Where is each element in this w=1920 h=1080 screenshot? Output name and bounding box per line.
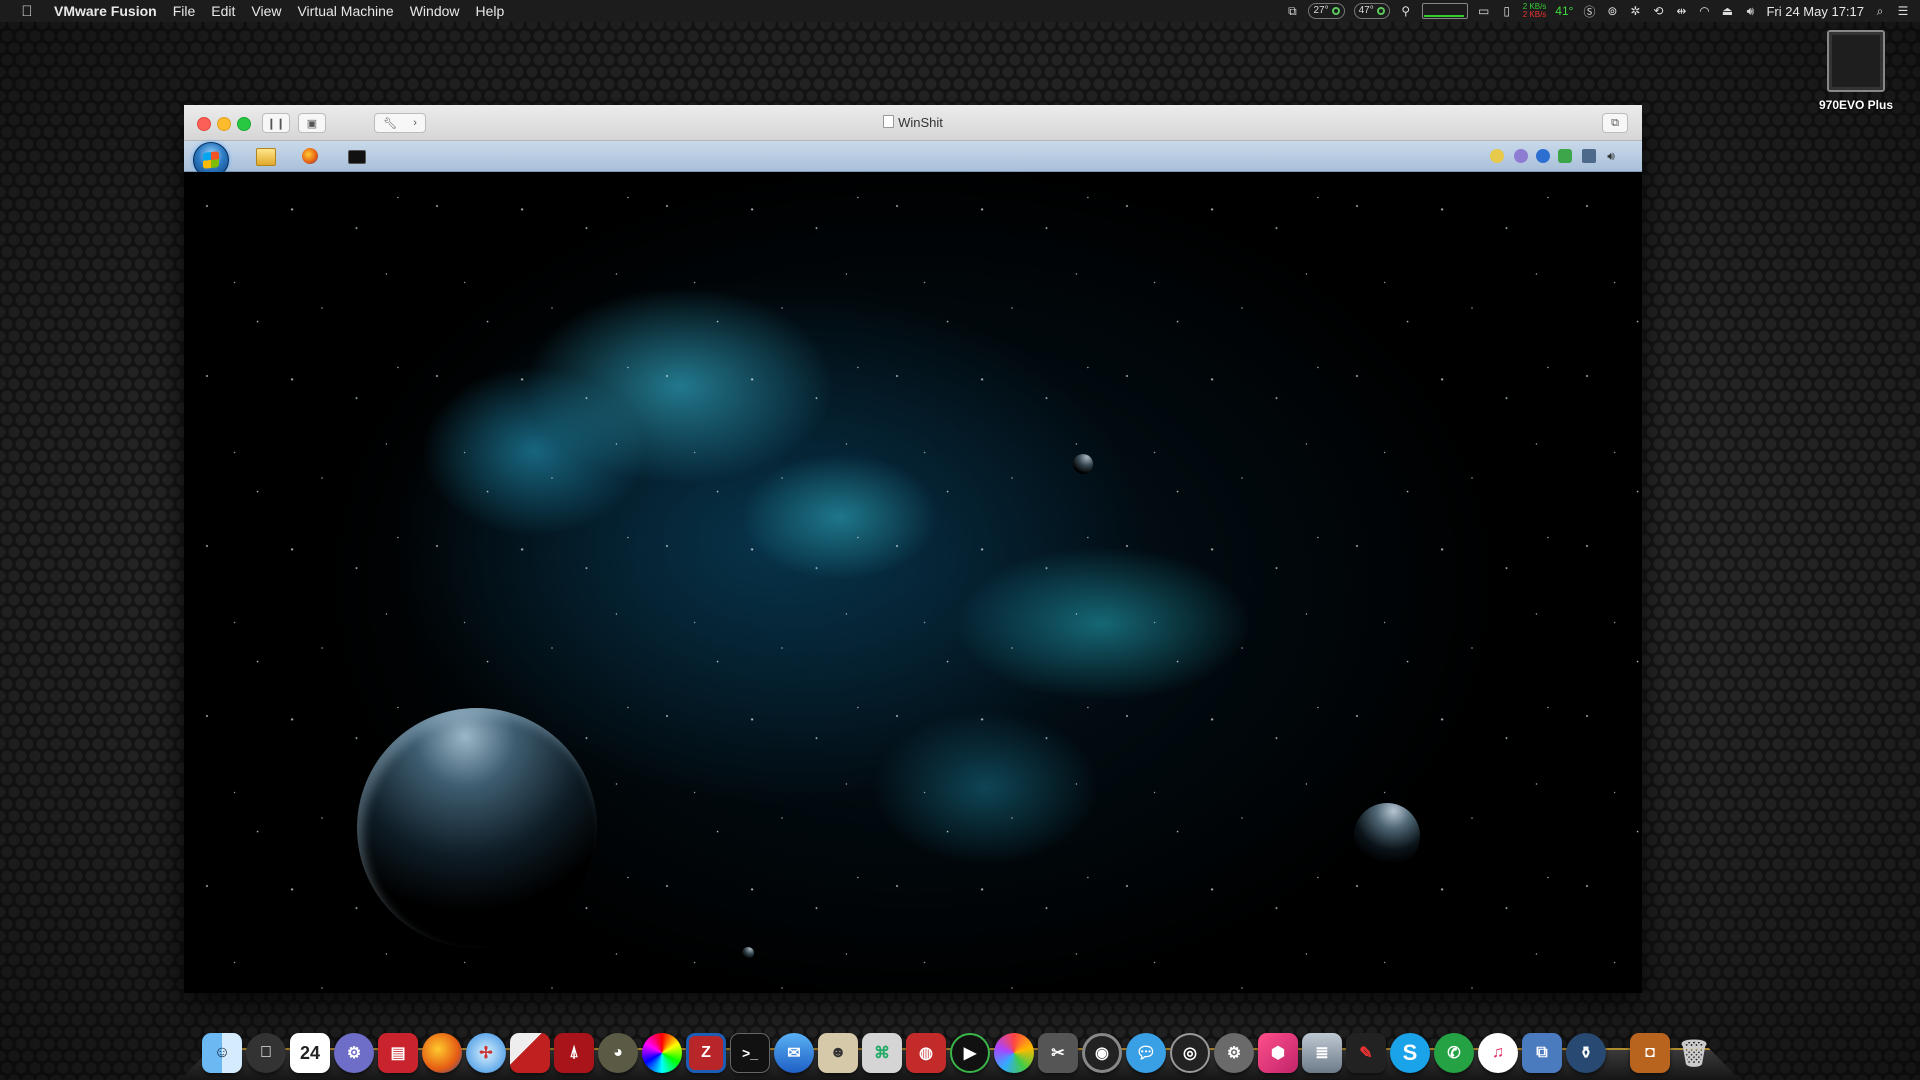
- menu-view[interactable]: View: [251, 3, 281, 19]
- windows-desktop-wallpaper: [184, 172, 1642, 993]
- tray-purple-icon[interactable]: [1514, 149, 1528, 163]
- camera-lens-icon[interactable]: ◎: [1170, 1033, 1210, 1073]
- drive-label: 970EVO Plus: [1818, 98, 1894, 112]
- window-title: WinShit: [184, 115, 1642, 130]
- eject-icon[interactable]: ⏏: [1720, 3, 1734, 19]
- explorer-folder-icon[interactable]: [256, 148, 276, 166]
- music-icon[interactable]: ♫: [1478, 1033, 1518, 1073]
- terminal-icon[interactable]: >_: [730, 1033, 770, 1073]
- trash-icon[interactable]: 🗑︎: [1674, 1033, 1714, 1073]
- network-utility-icon[interactable]: ⌘: [862, 1033, 902, 1073]
- skype-icon[interactable]: S: [1390, 1033, 1430, 1073]
- apple-menu-icon[interactable]: : [16, 3, 38, 20]
- command-prompt-icon[interactable]: [348, 150, 366, 164]
- firefox-icon[interactable]: [422, 1033, 462, 1073]
- skype-menu-icon[interactable]: Ⓢ: [1582, 3, 1596, 19]
- moon-2: [742, 947, 754, 959]
- notification-center-icon[interactable]: ☰: [1896, 3, 1910, 19]
- menu-window[interactable]: Window: [410, 3, 460, 19]
- pdf-reader-icon[interactable]: ▤: [378, 1033, 418, 1073]
- photos-icon[interactable]: [994, 1033, 1034, 1073]
- tray-yellow-icon[interactable]: [1490, 149, 1504, 163]
- messages-icon[interactable]: 💬︎: [1126, 1033, 1166, 1073]
- window-titlebar[interactable]: ❙❙ ▣ 🔧︎ › WinShit ⧉: [184, 105, 1642, 141]
- desktop-drive[interactable]: 970EVO Plus: [1816, 30, 1896, 112]
- network-rate-widget[interactable]: 2 KB/s 2 KB/s: [1523, 3, 1547, 19]
- moon-1: [1073, 454, 1093, 474]
- window-title-text: WinShit: [898, 115, 943, 130]
- menubar:  VMware Fusion File Edit View Virtual M…: [0, 0, 1920, 22]
- filezilla-icon[interactable]: Z: [686, 1033, 726, 1073]
- database-icon[interactable]: ≣: [1302, 1033, 1342, 1073]
- mail-icon[interactable]: ✉: [774, 1033, 814, 1073]
- bluetooth-menu-icon[interactable]: ✲: [1628, 3, 1642, 19]
- apple-icon[interactable]: : [246, 1033, 286, 1073]
- menu-virtual-machine[interactable]: Virtual Machine: [297, 3, 393, 19]
- status-bar: ⧉ 27° 47° ⚲ ▭ ▯ 2 KB/s 2 KB/s 41° Ⓢ ⊚ ✲ …: [1285, 0, 1910, 22]
- media-player-icon[interactable]: ▶: [950, 1033, 990, 1073]
- dock: ☺  24 ⚙ ▤ ✢ ⍋ ◕ Z >_ ✉ ☻ ⌘ ◍ ▶ ✂ ◉ 💬︎ ◎…: [180, 1033, 1740, 1080]
- finder-icon[interactable]: ☺: [202, 1033, 242, 1073]
- spotlight-search-icon[interactable]: ⌕: [1873, 3, 1887, 19]
- wifi-icon[interactable]: ◠: [1697, 3, 1711, 19]
- security-shield-icon[interactable]: [1558, 149, 1572, 163]
- display-icon[interactable]: ▭: [1477, 3, 1491, 19]
- settings-gear-icon[interactable]: ⚙: [334, 1033, 374, 1073]
- planet-small: [1354, 803, 1420, 869]
- restore-icon: ⧉: [1611, 116, 1619, 129]
- memory-graph-widget[interactable]: [1421, 3, 1468, 19]
- color-picker-icon[interactable]: [642, 1033, 682, 1073]
- airdrop-icon[interactable]: ⊚: [1605, 3, 1619, 19]
- menu-file[interactable]: File: [173, 3, 196, 19]
- bluetooth-tray-icon[interactable]: [1536, 149, 1550, 163]
- planet-large: [357, 708, 597, 948]
- temperature-2-value: 47°: [1358, 5, 1374, 16]
- firefox-taskbar-icon[interactable]: [302, 148, 318, 164]
- vmware-window[interactable]: ❙❙ ▣ 🔧︎ › WinShit ⧉ 🔊︎: [184, 105, 1642, 993]
- creative-app-icon[interactable]: ⬢: [1258, 1033, 1298, 1073]
- disk-activity-icon[interactable]: ▯: [1500, 3, 1514, 19]
- calendar-icon[interactable]: 24: [290, 1033, 330, 1073]
- pen-tool-icon[interactable]: ✎: [1346, 1033, 1386, 1073]
- screenshot-folder-icon[interactable]: ◘: [1630, 1033, 1670, 1073]
- speaker-icon[interactable]: ◉: [1082, 1033, 1122, 1073]
- adobe-red-icon[interactable]: [510, 1033, 550, 1073]
- volume-icon[interactable]: 🔊︎: [1743, 3, 1757, 19]
- compass-icon[interactable]: ⚱: [1566, 1033, 1606, 1073]
- menu-app-name[interactable]: VMware Fusion: [54, 3, 157, 19]
- dock-icons: ☺  24 ⚙ ▤ ✢ ⍋ ◕ Z >_ ✉ ☻ ⌘ ◍ ▶ ✂ ◉ 💬︎ ◎…: [202, 1033, 1714, 1077]
- video-editor-icon[interactable]: ✂: [1038, 1033, 1078, 1073]
- windows-taskbar: 🔊︎: [184, 141, 1642, 178]
- volume-tray-icon[interactable]: 🔊︎: [1604, 149, 1618, 163]
- whatsapp-icon[interactable]: ✆: [1434, 1033, 1474, 1073]
- temperature-1-value: 27°: [1313, 5, 1329, 16]
- clock[interactable]: Fri 24 May 17:17: [1766, 3, 1864, 19]
- system-preferences-icon[interactable]: ⚙: [1214, 1033, 1254, 1073]
- virtual-machine-icon[interactable]: ⧉: [1522, 1033, 1562, 1073]
- cpu-temp-value[interactable]: 41°: [1555, 3, 1573, 19]
- screen-mirroring-icon[interactable]: ⧉: [1285, 3, 1299, 19]
- network-icon[interactable]: ⇹: [1674, 3, 1688, 19]
- document-icon: [883, 115, 895, 128]
- contacts-icon[interactable]: ☻: [818, 1033, 858, 1073]
- unity-view-button[interactable]: ⧉: [1602, 113, 1628, 133]
- net-down-rate: 2 KB/s: [1522, 10, 1547, 19]
- temperature-widget-1[interactable]: 27°: [1308, 3, 1345, 19]
- safari-icon[interactable]: ✢: [466, 1033, 506, 1073]
- menu-help[interactable]: Help: [476, 3, 505, 19]
- gimp-icon[interactable]: ◕: [598, 1033, 638, 1073]
- keynote-icon[interactable]: ◍: [906, 1033, 946, 1073]
- menu-edit[interactable]: Edit: [211, 3, 235, 19]
- time-machine-icon[interactable]: ⟲: [1651, 3, 1665, 19]
- acrobat-icon[interactable]: ⍋: [554, 1033, 594, 1073]
- hard-drive-icon: [1827, 30, 1885, 92]
- usb-icon[interactable]: ⚲: [1399, 3, 1413, 19]
- windows-logo-icon: [203, 151, 219, 169]
- temperature-widget-2[interactable]: 47°: [1353, 3, 1390, 19]
- calendar-day: 24: [299, 1042, 321, 1063]
- network-tray-icon[interactable]: [1582, 149, 1596, 163]
